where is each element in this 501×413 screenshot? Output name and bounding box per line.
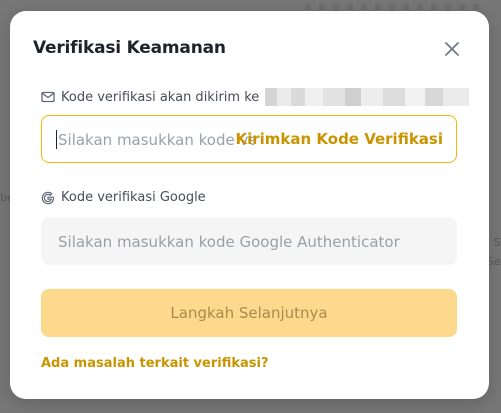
email-code-label-row: Kode verifikasi akan dikirim ke (41, 88, 470, 106)
masked-email-address (265, 88, 470, 106)
security-verification-modal: Verifikasi Keamanan Kode verifikasi akan… (10, 11, 489, 399)
text-caret (56, 130, 57, 149)
google-code-label-row: Kode verifikasi Google (41, 190, 206, 205)
google-code-label: Kode verifikasi Google (61, 190, 206, 205)
google-icon (41, 191, 55, 204)
google-code-input[interactable]: Silakan masukkan kode Google Authenticat… (41, 217, 457, 265)
email-code-placeholder: Silakan masukkan kode verifikasi email (58, 131, 254, 149)
modal-title: Verifikasi Keamanan (33, 38, 226, 58)
verification-help-link[interactable]: Ada masalah terkait verifikasi? (41, 356, 269, 371)
close-button[interactable] (440, 37, 464, 61)
email-code-input[interactable]: Silakan masukkan kode verifikasi email K… (41, 115, 457, 163)
mail-icon (41, 91, 55, 103)
close-icon (445, 42, 459, 56)
background-page-text (305, 4, 485, 10)
google-code-placeholder: Silakan masukkan kode Google Authenticat… (58, 233, 400, 251)
next-step-button[interactable]: Langkah Selanjutnya (41, 289, 457, 337)
email-code-label: Kode verifikasi akan dikirim ke (61, 89, 260, 105)
send-verification-code-button[interactable]: Kirimkan Kode Verifikasi (235, 130, 443, 148)
